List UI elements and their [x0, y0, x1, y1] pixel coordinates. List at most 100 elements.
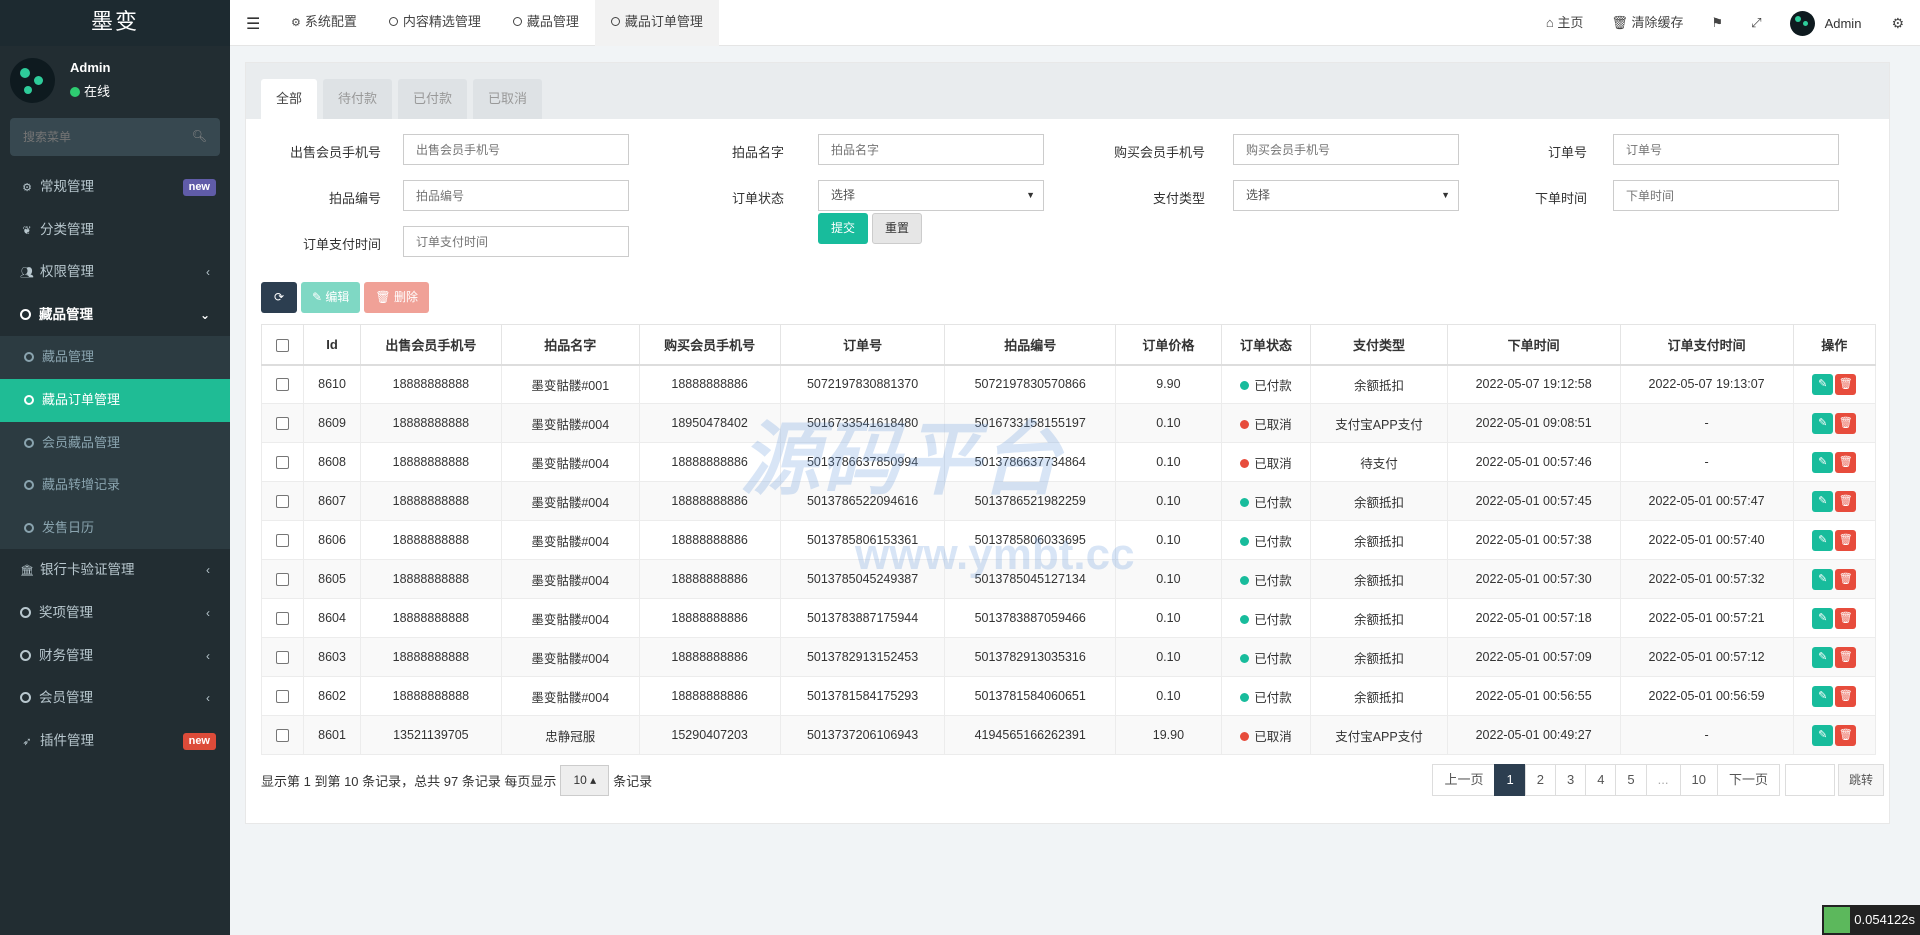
prev-page-button[interactable]: 上一页 [1432, 764, 1496, 796]
table-row[interactable]: 8607 18888888888 墨变骷髅#004 18888888886 501378… [260, 481, 1877, 521]
menu-search-input[interactable] [10, 118, 220, 156]
table-row[interactable]: 8608 18888888888 墨变骷髅#004 18888888886 501378… [260, 442, 1877, 482]
row-checkbox[interactable] [276, 456, 290, 470]
home-link[interactable]: ⌂ 主页 [1532, 0, 1598, 46]
row-edit-button[interactable]: ✎ [1812, 568, 1834, 590]
row-edit-button[interactable]: ✎ [1812, 412, 1834, 434]
item-no-input[interactable] [403, 180, 629, 211]
row-checkbox[interactable] [276, 417, 290, 431]
table-row[interactable]: 8602 18888888888 墨变骷髅#004 18888888886 501378… [260, 676, 1877, 716]
row-checkbox[interactable] [276, 378, 290, 392]
page-button[interactable]: 3 [1554, 764, 1587, 796]
reset-button[interactable]: 重置 [872, 213, 922, 244]
refresh-button[interactable]: ⟳ [261, 282, 297, 313]
table-row[interactable]: 8604 18888888888 墨变骷髅#004 18888888886 501378… [260, 598, 1877, 638]
row-delete-button[interactable]: 🗑︎ [1835, 412, 1857, 434]
row-delete-button[interactable]: 🗑︎ [1835, 568, 1857, 590]
seller-phone-input[interactable] [403, 134, 629, 165]
buyer-phone-input[interactable] [1233, 134, 1459, 165]
app-logo[interactable]: 墨变 [0, 0, 230, 46]
row-edit-button[interactable]: ✎ [1812, 646, 1834, 668]
edit-button[interactable]: ✎ 编辑 [301, 282, 361, 313]
row-delete-button[interactable]: 🗑︎ [1835, 529, 1857, 551]
table-row[interactable]: 8609 18888888888 墨变骷髅#004 18950478402 501673… [260, 403, 1877, 443]
row-delete-button[interactable]: 🗑︎ [1835, 724, 1857, 746]
clear-cache-button[interactable]: 🗑︎ 清除缓存 [1597, 0, 1697, 46]
page-ellipsis[interactable]: ... [1645, 764, 1681, 796]
sidebar-item-3[interactable]: 藏品管理 ⌄ [0, 294, 230, 337]
sidebar-item-10[interactable]: 奖项管理 ‹ [0, 592, 230, 635]
status-tab-1[interactable]: 待付款 [323, 79, 393, 119]
row-edit-button[interactable]: ✎ [1812, 685, 1834, 707]
column-header[interactable]: 出售会员手机号 [359, 324, 502, 366]
status-tab-3[interactable]: 已取消 [473, 79, 543, 119]
sidebar-item-0[interactable]: ⚙ 常规管理 new [0, 166, 230, 209]
fullscreen-icon[interactable]: ⤢ [1737, 0, 1775, 46]
row-edit-button[interactable]: ✎ [1812, 529, 1834, 551]
sidebar-item-5[interactable]: 藏品订单管理 [0, 378, 230, 422]
row-delete-button[interactable]: 🗑︎ [1835, 451, 1857, 473]
jump-page-input[interactable] [1784, 764, 1835, 796]
column-header[interactable]: 购买会员手机号 [638, 324, 781, 366]
sidebar-item-12[interactable]: 会员管理 ‹ [0, 677, 230, 720]
next-page-button[interactable]: 下一页 [1716, 764, 1780, 796]
row-delete-button[interactable]: 🗑︎ [1835, 685, 1857, 707]
table-row[interactable]: 8610 18888888888 墨变骷髅#001 18888888886 507219… [260, 364, 1877, 404]
column-header[interactable]: 订单状态 [1220, 324, 1312, 366]
column-header[interactable]: 订单价格 [1114, 324, 1222, 366]
sidebar-item-8[interactable]: 发售日历 [0, 506, 230, 550]
table-row[interactable]: 8605 18888888888 墨变骷髅#004 18888888886 501378… [260, 559, 1877, 599]
row-edit-button[interactable]: ✎ [1812, 607, 1834, 629]
sidebar-item-4[interactable]: 藏品管理 [0, 336, 230, 379]
page-button[interactable]: 1 [1494, 764, 1526, 796]
status-tab-0[interactable]: 全部 [261, 79, 318, 119]
order-time-input[interactable] [1613, 180, 1839, 211]
column-header[interactable]: 订单号 [779, 324, 946, 366]
row-edit-button[interactable]: ✎ [1812, 490, 1834, 512]
order-status-select[interactable]: 选择 ▼ [818, 180, 1044, 211]
admin-menu[interactable]: Admin [1776, 10, 1884, 36]
language-icon[interactable]: ⚑ [1698, 0, 1738, 46]
top-tab-1[interactable]: 内容精选管理 [373, 0, 497, 46]
select-all-checkbox[interactable] [276, 338, 290, 352]
page-button[interactable]: 4 [1585, 764, 1617, 796]
page-button[interactable]: 2 [1524, 764, 1556, 796]
menu-toggle-icon[interactable]: ☰ [246, 14, 260, 34]
column-header[interactable]: 支付类型 [1310, 324, 1448, 366]
row-delete-button[interactable]: 🗑︎ [1835, 607, 1857, 629]
row-delete-button[interactable]: 🗑︎ [1835, 646, 1857, 668]
sidebar-item-7[interactable]: 藏品转增记录 [0, 464, 230, 507]
row-checkbox[interactable] [276, 495, 290, 509]
row-checkbox[interactable] [276, 651, 290, 665]
row-checkbox[interactable] [276, 690, 290, 704]
sidebar-item-1[interactable]: ❦ 分类管理 [0, 209, 230, 252]
settings-gear-icon[interactable]: ⚙ [1883, 0, 1920, 46]
sidebar-item-11[interactable]: 财务管理 ‹ [0, 635, 230, 678]
sidebar-item-6[interactable]: 会员藏品管理 [0, 421, 230, 465]
top-tab-0[interactable]: ⚙ 系统配置 [275, 0, 373, 46]
row-delete-button[interactable]: 🗑︎ [1835, 490, 1857, 512]
column-header[interactable]: 操作 [1792, 324, 1877, 366]
sidebar-item-9[interactable]: 🏛︎ 银行卡验证管理 ‹ [0, 549, 230, 592]
table-row[interactable]: 8606 18888888888 墨变骷髅#004 18888888886 501378… [260, 520, 1877, 560]
row-checkbox[interactable] [276, 573, 290, 587]
top-tab-3[interactable]: 藏品订单管理 [594, 0, 719, 46]
row-edit-button[interactable]: ✎ [1812, 724, 1834, 746]
pay-time-input[interactable] [403, 226, 629, 257]
pay-type-select[interactable]: 选择 ▼ [1233, 180, 1459, 211]
status-tab-2[interactable]: 已付款 [398, 79, 468, 119]
page-button[interactable]: 10 [1679, 764, 1718, 796]
column-header[interactable]: 下单时间 [1446, 324, 1621, 366]
table-row[interactable]: 8601 13521139705 忠静冠服 15290407203 5013737206… [260, 715, 1877, 755]
top-tab-2[interactable]: 藏品管理 [497, 0, 595, 46]
column-header[interactable]: 订单支付时间 [1619, 324, 1794, 366]
item-name-input[interactable] [818, 134, 1044, 165]
row-edit-button[interactable]: ✎ [1812, 451, 1834, 473]
row-checkbox[interactable] [276, 534, 290, 548]
column-header[interactable]: 拍品名字 [500, 324, 640, 366]
row-checkbox[interactable] [276, 729, 290, 743]
order-no-input[interactable] [1613, 134, 1839, 165]
sidebar-item-13[interactable]: ➶ 插件管理 new [0, 720, 230, 763]
table-row[interactable]: 8603 18888888888 墨变骷髅#004 18888888886 501378… [260, 637, 1877, 677]
search-icon[interactable]: 🔍︎ [192, 129, 207, 143]
